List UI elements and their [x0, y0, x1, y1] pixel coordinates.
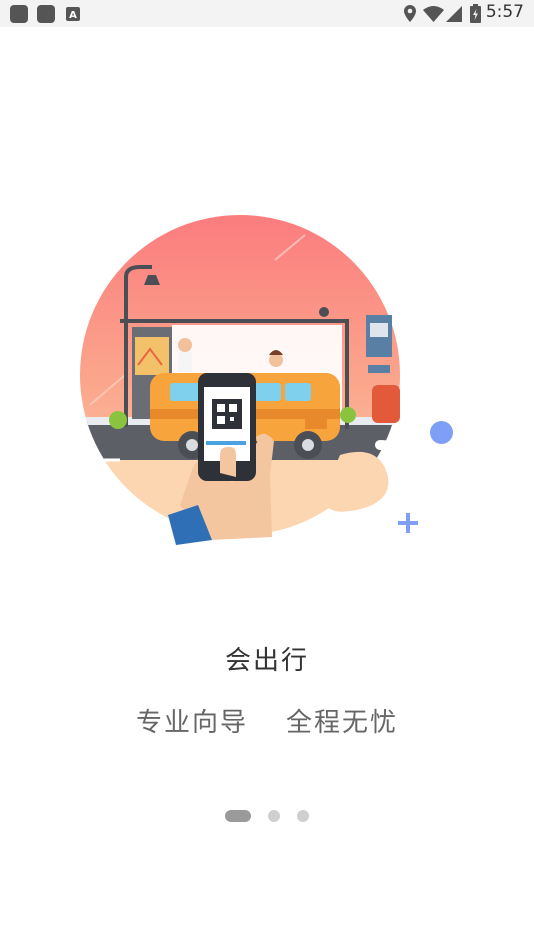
decor-dot [430, 421, 453, 444]
signal-icon [446, 6, 462, 26]
onboarding-illustration [80, 215, 460, 545]
wifi-icon [423, 6, 444, 26]
page-dot[interactable] [297, 809, 310, 822]
page-dot-active[interactable] [224, 809, 251, 822]
status-time: 5:57 [485, 2, 524, 22]
battery-icon [470, 4, 481, 27]
svg-text:A: A [69, 10, 77, 21]
onboarding-title: 会出行 [224, 646, 309, 676]
status-bar: A 5:57 [0, 0, 534, 27]
keyboard-icon: A [66, 6, 80, 25]
decor-plus-icon [398, 513, 418, 533]
app-icon [10, 5, 28, 27]
location-icon [404, 5, 416, 26]
onboarding-subtitle: 专业向导 全程无忧 [0, 702, 534, 739]
page-dot[interactable] [268, 809, 280, 822]
subtitle-right: 全程无忧 [286, 708, 399, 738]
page-indicator [0, 805, 534, 824]
subtitle-left: 专业向导 [135, 708, 248, 738]
app-icon [37, 5, 55, 27]
